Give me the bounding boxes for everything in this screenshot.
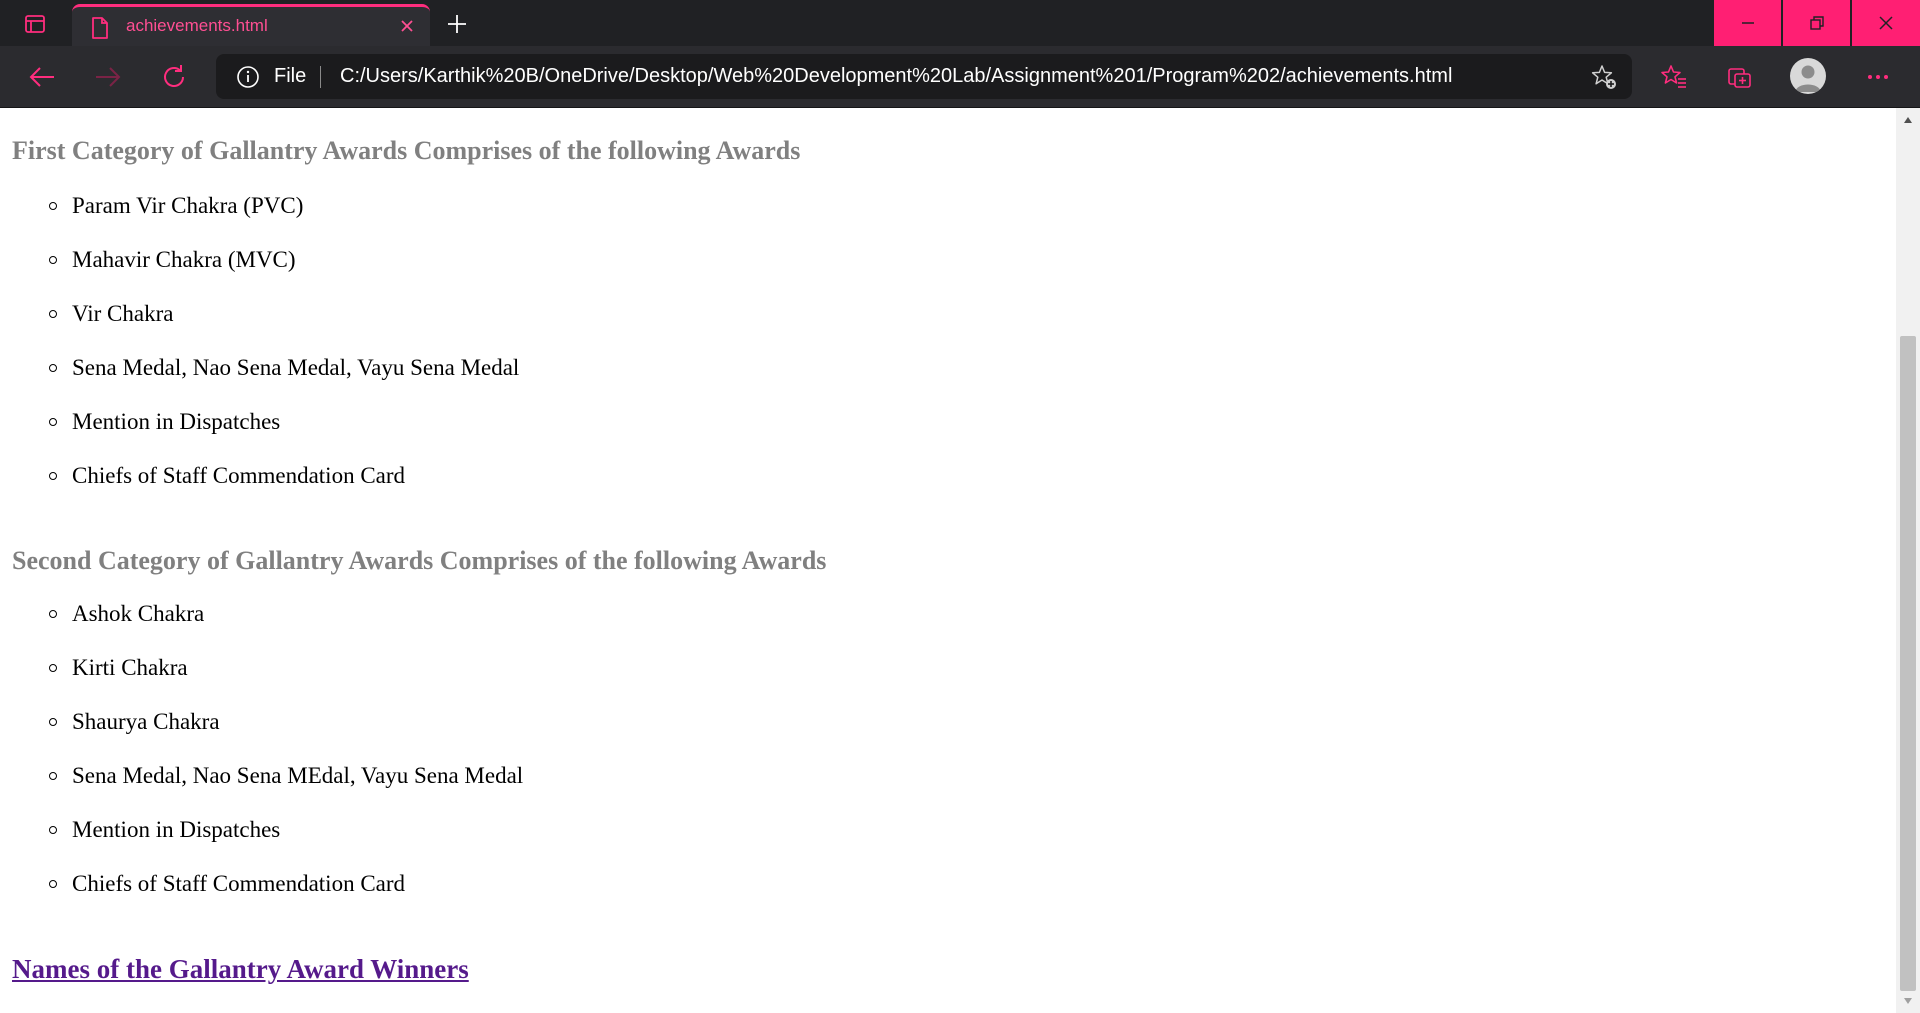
restore-button[interactable]	[1783, 0, 1850, 46]
award-winners-link[interactable]: Names of the Gallantry Award Winners	[12, 954, 469, 984]
url-text[interactable]: C:/Users/Karthik%20B/OneDrive/Desktop/We…	[340, 65, 1452, 88]
forward-button[interactable]	[88, 58, 128, 96]
first-category-heading: First Category of Gallantry Awards Compr…	[12, 136, 801, 165]
vertical-scrollbar[interactable]	[1896, 108, 1920, 1013]
refresh-icon	[164, 65, 184, 87]
more-icon	[1868, 75, 1888, 79]
restore-icon	[1809, 16, 1824, 30]
list-item: Sena Medal, Nao Sena MEdal, Vayu Sena Me…	[12, 749, 1884, 803]
close-window-button[interactable]	[1852, 0, 1920, 46]
refresh-button[interactable]	[154, 58, 194, 96]
list-item: Chiefs of Staff Commendation Card	[12, 857, 1884, 911]
list-item: Mention in Dispatches	[12, 803, 1884, 857]
address-bar[interactable]: File C:/Users/Karthik%20B/OneDrive/Deskt…	[216, 54, 1632, 99]
scrollbar-thumb[interactable]	[1900, 336, 1916, 991]
list-item: Vir Chakra	[12, 287, 1884, 341]
arrow-left-icon	[29, 67, 54, 87]
page-viewport: First Category of Gallantry Awards Compr…	[0, 108, 1896, 1013]
list-item: Ashok Chakra	[12, 587, 1884, 641]
add-favorite-button[interactable]	[1590, 63, 1618, 91]
close-icon	[1879, 16, 1893, 30]
triangle-up-icon	[1904, 117, 1912, 123]
tab-title: achievements.html	[126, 16, 268, 35]
minimize-button[interactable]	[1714, 0, 1781, 46]
back-button[interactable]	[22, 58, 62, 96]
tab-actions-icon	[25, 15, 45, 33]
settings-menu-button[interactable]	[1858, 58, 1898, 96]
tab-strip: achievements.html	[0, 0, 1920, 46]
first-category-list: Param Vir Chakra (PVC) Mahavir Chakra (M…	[12, 179, 1884, 503]
list-item: Shaurya Chakra	[12, 695, 1884, 749]
plus-icon	[448, 15, 466, 33]
star-add-icon	[1591, 65, 1616, 89]
user-icon	[1795, 65, 1821, 92]
collections-icon	[1728, 68, 1751, 88]
favorites-button[interactable]	[1654, 58, 1694, 96]
list-item: Chiefs of Staff Commendation Card	[12, 449, 1884, 503]
arrow-right-icon	[96, 67, 121, 87]
minimize-icon	[1741, 22, 1754, 24]
list-item: Mention in Dispatches	[12, 395, 1884, 449]
tab-actions-button[interactable]	[14, 8, 56, 40]
tab-close-button[interactable]	[394, 13, 420, 39]
scheme-label: File	[274, 65, 307, 87]
scroll-down-button[interactable]	[1896, 989, 1920, 1013]
profile-avatar[interactable]	[1790, 58, 1826, 94]
close-icon	[401, 20, 413, 32]
page-content: First Category of Gallantry Awards Compr…	[0, 131, 1896, 989]
new-tab-button[interactable]	[440, 7, 474, 41]
list-item: Sena Medal, Nao Sena Medal, Vayu Sena Me…	[12, 341, 1884, 395]
collections-button[interactable]	[1720, 58, 1760, 96]
file-icon	[90, 16, 110, 44]
scroll-up-button[interactable]	[1896, 108, 1920, 132]
second-category-list: Ashok Chakra Kirti Chakra Shaurya Chakra…	[12, 587, 1884, 911]
address-separator	[320, 66, 321, 88]
list-item: Kirti Chakra	[12, 641, 1884, 695]
browser-toolbar: File C:/Users/Karthik%20B/OneDrive/Deskt…	[0, 46, 1920, 108]
active-tab[interactable]: achievements.html	[72, 4, 430, 46]
second-category-heading: Second Category of Gallantry Awards Comp…	[12, 546, 827, 575]
favorites-icon	[1661, 65, 1686, 88]
info-icon[interactable]	[236, 65, 260, 93]
triangle-down-icon	[1904, 998, 1912, 1004]
list-item: Param Vir Chakra (PVC)	[12, 179, 1884, 233]
list-item: Mahavir Chakra (MVC)	[12, 233, 1884, 287]
